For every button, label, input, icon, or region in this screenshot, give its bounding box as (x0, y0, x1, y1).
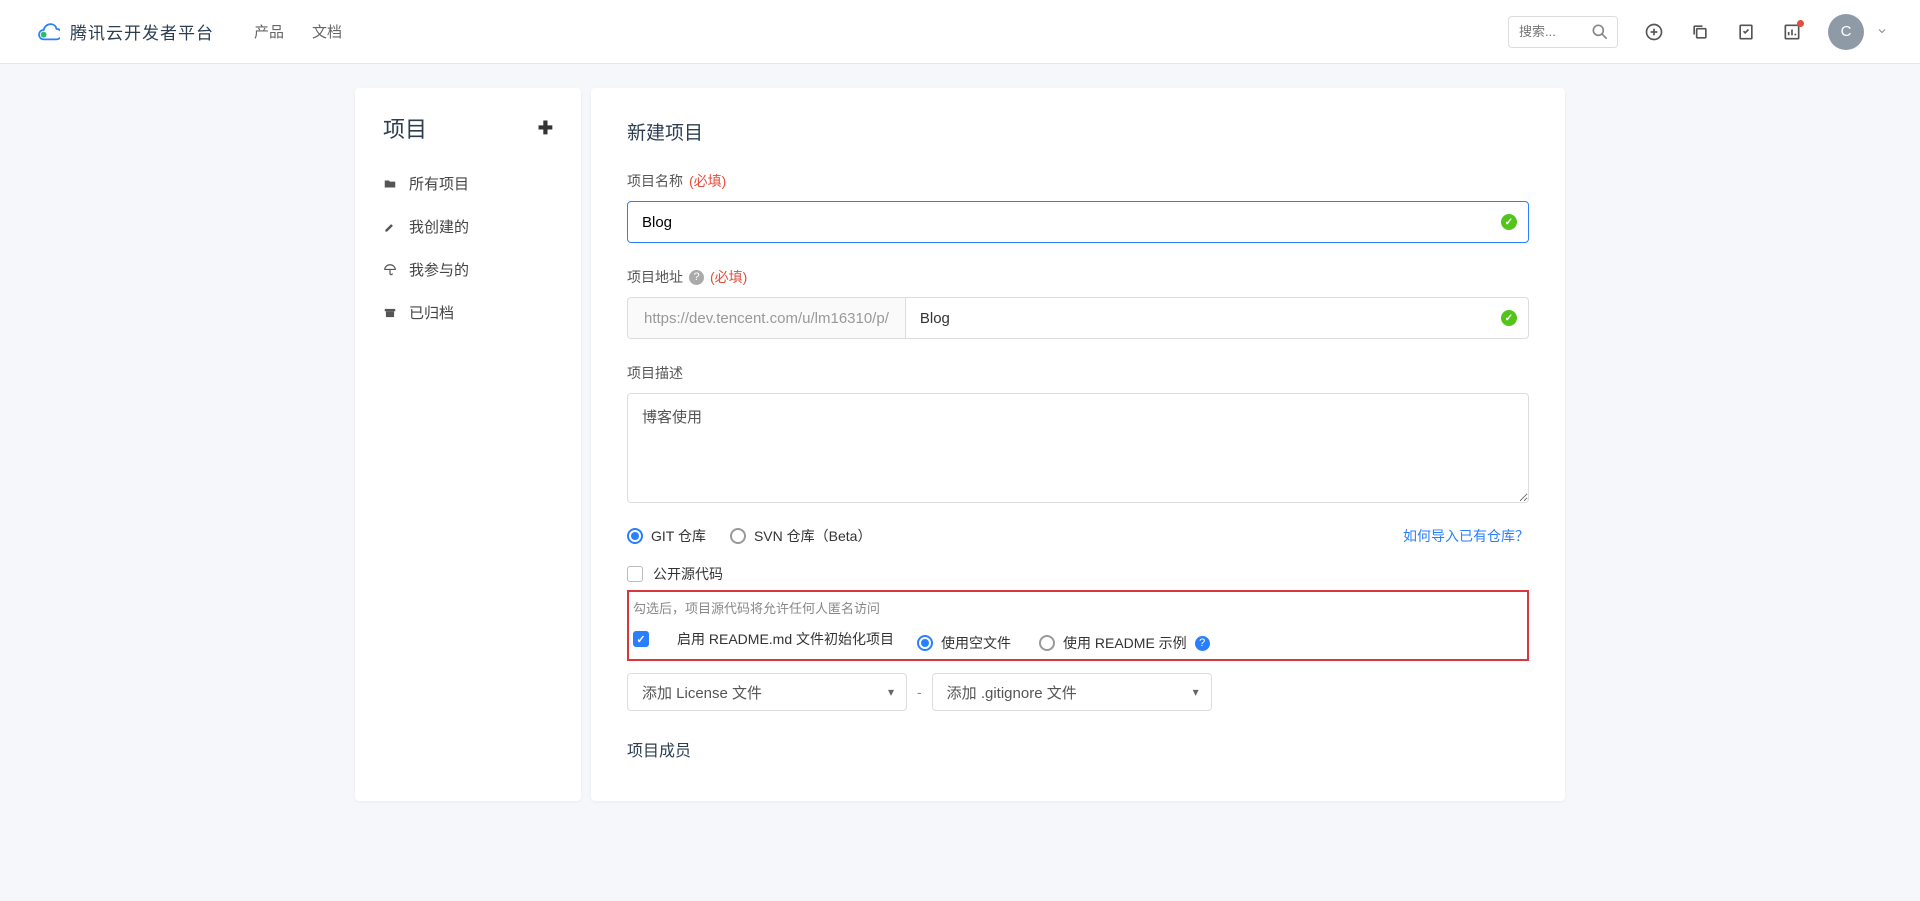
radio-empty-file[interactable]: 使用空文件 (917, 633, 1011, 653)
brand-text: 腾讯云开发者平台 (70, 19, 214, 44)
name-input-wrap (627, 201, 1529, 243)
project-name-input[interactable] (627, 201, 1529, 243)
folder-icon (383, 177, 397, 191)
sidebar-item-joined[interactable]: 我参与的 (355, 248, 581, 291)
sidebar: 项目 ✚ 所有项目 我创建的 我参与的 已归档 (355, 88, 581, 801)
radio-git[interactable]: GIT 仓库 (627, 526, 706, 546)
valid-check-icon (1501, 310, 1517, 326)
pencil-icon (383, 220, 397, 234)
main-panel: 新建项目 项目名称 (必填) 项目地址 ? (必填) https://dev.t… (591, 88, 1565, 801)
members-title: 项目成员 (627, 737, 1529, 761)
dash-separator: - (917, 684, 922, 700)
page-title: 新建项目 (627, 118, 1529, 145)
top-header: 腾讯云开发者平台 产品 文档 C (0, 0, 1920, 64)
radio-icon (917, 635, 933, 651)
cloud-logo-icon (32, 16, 60, 47)
radio-readme-sample[interactable]: 使用 README 示例 ? (1039, 633, 1210, 653)
radio-svn[interactable]: SVN 仓库（Beta） (730, 526, 871, 546)
task-icon[interactable] (1736, 22, 1756, 42)
checkbox-icon (633, 631, 649, 647)
radio-icon (730, 528, 746, 544)
header-right: C (1508, 14, 1888, 50)
url-prefix: https://dev.tencent.com/u/lm16310/p/ (627, 297, 906, 339)
help-icon[interactable]: ? (1195, 636, 1210, 651)
sidebar-item-all[interactable]: 所有项目 (355, 162, 581, 205)
open-source-hint: 勾选后，项目源代码将允许任何人匿名访问 (633, 598, 1519, 617)
sidebar-item-label: 已归档 (409, 302, 454, 323)
search-box (1508, 16, 1618, 48)
sidebar-item-created[interactable]: 我创建的 (355, 205, 581, 248)
repo-type-group: GIT 仓库 SVN 仓库（Beta） (627, 526, 871, 546)
add-icon[interactable] (1644, 22, 1664, 42)
open-source-checkbox-row[interactable]: 公开源代码 (627, 564, 1529, 584)
url-row: https://dev.tencent.com/u/lm16310/p/ (627, 297, 1529, 339)
brand[interactable]: 腾讯云开发者平台 (32, 16, 214, 47)
user-menu[interactable]: C (1828, 14, 1888, 50)
gitignore-select[interactable]: 添加 .gitignore 文件 (932, 673, 1212, 711)
umbrella-icon (383, 263, 397, 277)
url-label: 项目地址 ? (必填) (627, 267, 1529, 287)
sidebar-menu: 所有项目 我创建的 我参与的 已归档 (355, 162, 581, 334)
import-repo-link[interactable]: 如何导入已有仓库？ (1403, 526, 1529, 546)
required-marker: (必填) (710, 267, 747, 287)
readme-template-group: 使用空文件 使用 README 示例 ? (917, 633, 1529, 653)
radio-icon (1039, 635, 1055, 651)
repo-type-row: GIT 仓库 SVN 仓库（Beta） 如何导入已有仓库？ (627, 526, 1529, 546)
sidebar-header: 项目 ✚ (355, 112, 581, 162)
project-desc-input[interactable] (627, 393, 1529, 503)
help-icon[interactable]: ? (689, 270, 704, 285)
radio-icon (627, 528, 643, 544)
page-container: 项目 ✚ 所有项目 我创建的 我参与的 已归档 新建项目 项目名 (345, 88, 1575, 801)
notification-dot-icon (1797, 20, 1804, 27)
add-project-button[interactable]: ✚ (538, 118, 553, 139)
sidebar-title: 项目 (383, 112, 427, 144)
chart-icon[interactable] (1782, 22, 1802, 42)
sidebar-item-label: 所有项目 (409, 173, 469, 194)
project-url-input[interactable] (906, 297, 1529, 339)
search-icon[interactable] (1590, 22, 1610, 42)
select-row: 添加 License 文件 - 添加 .gitignore 文件 (627, 673, 1529, 711)
name-label: 项目名称 (必填) (627, 171, 1529, 191)
valid-check-icon (1501, 214, 1517, 230)
chevron-down-icon (1876, 24, 1888, 40)
checkbox-icon (627, 566, 643, 582)
sidebar-item-label: 我创建的 (409, 216, 469, 237)
nav-docs[interactable]: 文档 (312, 21, 342, 42)
archive-icon (383, 306, 397, 320)
copy-icon[interactable] (1690, 22, 1710, 42)
desc-label: 项目描述 (627, 363, 1529, 383)
avatar: C (1828, 14, 1864, 50)
primary-nav: 产品 文档 (254, 21, 342, 42)
nav-products[interactable]: 产品 (254, 21, 284, 42)
sidebar-item-archived[interactable]: 已归档 (355, 291, 581, 334)
license-select[interactable]: 添加 License 文件 (627, 673, 907, 711)
sidebar-item-label: 我参与的 (409, 259, 469, 280)
required-marker: (必填) (689, 171, 726, 191)
